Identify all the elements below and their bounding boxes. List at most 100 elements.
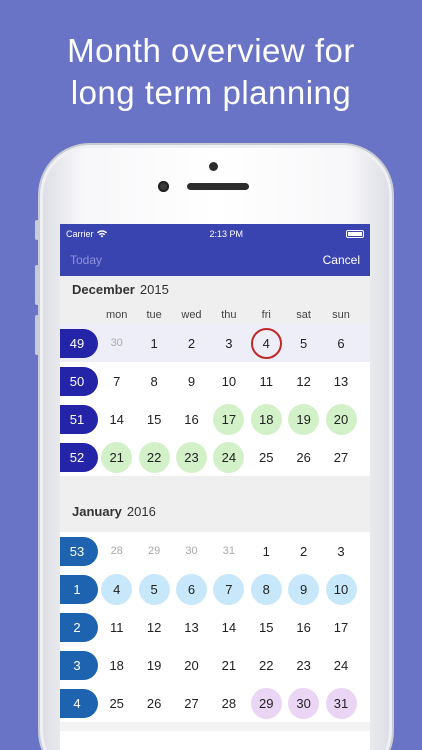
day-cell[interactable]: 16 [173,400,210,438]
day-cell[interactable]: 6 [322,324,359,362]
day-cell[interactable]: 19 [285,400,322,438]
day-number: 4 [101,573,133,605]
day-cell[interactable]: 5 [285,324,322,362]
day-number: 3 [225,335,233,351]
day-cell[interactable]: 14 [210,608,247,646]
day-cell[interactable]: 8 [248,570,285,608]
day-cell[interactable]: 27 [322,438,359,476]
day-cell[interactable]: 22 [135,438,172,476]
day-cell[interactable]: 7 [210,570,247,608]
day-cell[interactable]: 11 [98,608,135,646]
day-cell[interactable]: 14 [98,400,135,438]
day-cell[interactable]: 31 [322,684,359,722]
day-cell[interactable]: 29 [248,684,285,722]
day-cell[interactable]: 26 [285,438,322,476]
day-number: 11 [259,373,274,389]
week-number[interactable]: 1 [60,574,98,604]
weekday-label: fri [261,308,271,321]
day-number: 1 [150,335,158,351]
day-cell[interactable]: 28 [210,684,247,722]
day-cell[interactable]: 2 [285,532,322,570]
week-number[interactable]: 4 [60,688,98,718]
day-cell[interactable]: 11 [248,362,285,400]
day-cell[interactable]: 9 [285,570,322,608]
day-cell[interactable]: 26 [135,684,172,722]
day-cell[interactable]: 6 [173,570,210,608]
day-cell[interactable]: 13 [173,608,210,646]
day-number: 10 [221,373,237,389]
day-cell[interactable]: 28 [98,532,135,570]
day-cell[interactable]: 25 [98,684,135,722]
day-cell[interactable]: 30 [285,684,322,722]
day-number: 5 [138,573,170,605]
day-cell[interactable]: 4 [98,570,135,608]
week-number[interactable]: 3 [60,650,98,680]
week-number[interactable]: 2 [60,612,98,642]
day-number: 20 [325,403,357,435]
volume-down-button [35,315,39,355]
cancel-button[interactable]: Cancel [323,253,360,267]
day-cell[interactable]: 17 [210,400,247,438]
week-number[interactable]: 49 [60,328,98,358]
day-cell[interactable]: 23 [285,646,322,684]
wifi-icon [96,230,107,238]
day-cell[interactable]: 29 [135,532,172,570]
day-number: 2 [300,543,308,559]
day-number: 26 [146,695,162,711]
day-cell[interactable]: 17 [322,608,359,646]
day-cell[interactable]: 20 [173,646,210,684]
day-cell[interactable]: 3 [322,532,359,570]
day-cell[interactable]: 4 [248,324,285,362]
day-cell[interactable]: 27 [173,684,210,722]
day-number: 29 [147,545,161,557]
day-cell[interactable]: 12 [285,362,322,400]
day-cell[interactable]: 3 [210,324,247,362]
day-cell[interactable]: 31 [210,532,247,570]
day-cell[interactable]: 21 [98,438,135,476]
day-cell[interactable]: 9 [173,362,210,400]
week-row: 50 7 8 9 10 11 12 13 [60,362,370,400]
day-cell[interactable]: 12 [135,608,172,646]
day-cell[interactable]: 18 [98,646,135,684]
day-cell[interactable]: 30 [173,532,210,570]
day-number: 6 [175,573,207,605]
day-cell[interactable]: 20 [322,400,359,438]
day-cell[interactable]: 7 [98,362,135,400]
week-number[interactable]: 52 [60,442,98,472]
day-cell[interactable]: 24 [322,646,359,684]
day-number: 29 [250,687,282,719]
screen: Carrier 2:13 PM Today Cancel December 201… [60,224,370,750]
day-cell[interactable]: 10 [210,362,247,400]
day-cell[interactable]: 24 [210,438,247,476]
week-number[interactable]: 51 [60,404,98,434]
day-cell[interactable]: 18 [248,400,285,438]
day-cell[interactable]: 1 [248,532,285,570]
day-cell[interactable]: 23 [173,438,210,476]
today-button[interactable]: Today [70,253,102,267]
day-number: 5 [300,335,308,351]
day-cell[interactable]: 19 [135,646,172,684]
week-number[interactable]: 50 [60,366,98,396]
month-gap [60,476,370,500]
day-cell[interactable]: 16 [285,608,322,646]
month-header: January 2016 [60,500,370,532]
day-cell[interactable]: 10 [322,570,359,608]
weekday-label: thu [221,308,237,321]
day-number: 30 [185,545,198,557]
day-cell[interactable]: 8 [135,362,172,400]
day-cell[interactable]: 13 [322,362,359,400]
day-cell[interactable]: 5 [135,570,172,608]
day-number: 22 [259,657,274,673]
day-cell[interactable]: 2 [173,324,210,362]
week-number[interactable]: 53 [60,536,98,566]
day-number: 30 [110,337,123,349]
day-cell[interactable]: 25 [248,438,285,476]
day-cell[interactable]: 21 [210,646,247,684]
day-cell[interactable]: 15 [135,400,172,438]
day-cell[interactable]: 22 [248,646,285,684]
day-number: 22 [138,441,170,473]
day-cell[interactable]: 15 [248,608,285,646]
day-number: 25 [109,695,124,711]
day-cell[interactable]: 1 [135,324,172,362]
day-cell[interactable]: 30 [98,324,135,362]
